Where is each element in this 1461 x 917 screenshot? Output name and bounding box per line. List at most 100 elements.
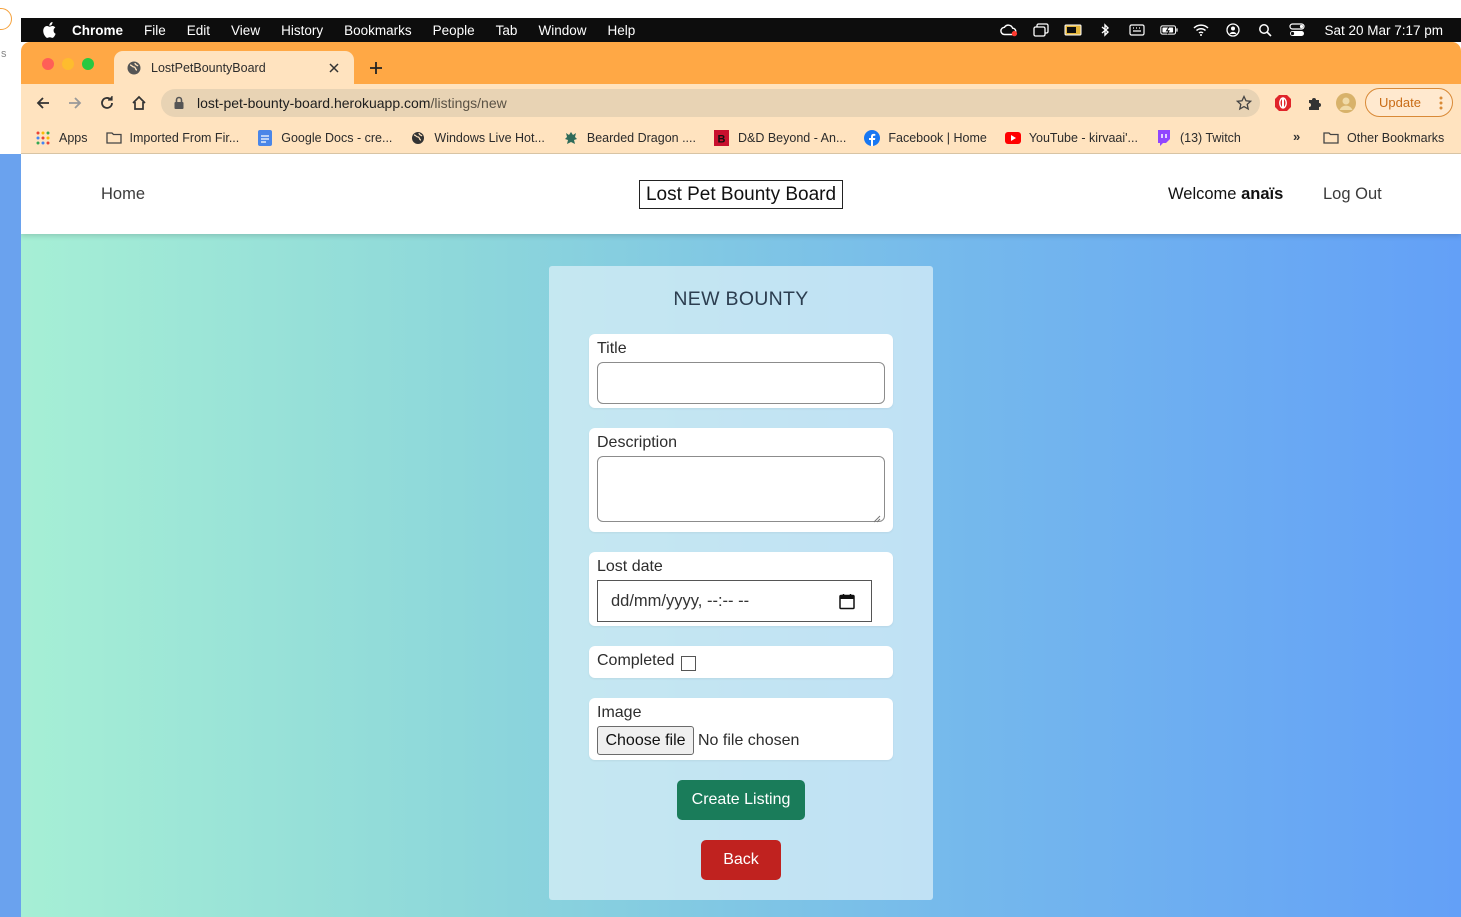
globe-icon: [410, 130, 426, 146]
bookmark-dnd-beyond[interactable]: B D&D Beyond - An...: [714, 129, 847, 146]
username: anaïs: [1241, 185, 1284, 203]
globe-icon: [126, 60, 142, 76]
home-icon[interactable]: [129, 93, 149, 113]
keyboard-icon[interactable]: [1128, 23, 1146, 37]
bookmark-label: (13) Twitch: [1179, 130, 1241, 145]
site-brand[interactable]: Lost Pet Bounty Board: [639, 180, 843, 209]
bookmark-youtube[interactable]: YouTube - kirvaai'...: [1004, 130, 1138, 146]
menu-file[interactable]: File: [144, 23, 166, 38]
window-minimize-button[interactable]: [62, 58, 74, 70]
image-field-group: Image Choose file No file chosen: [589, 698, 893, 760]
active-tab[interactable]: LostPetBountyBoard: [114, 51, 354, 84]
menu-people[interactable]: People: [433, 23, 475, 38]
bookmark-facebook[interactable]: Facebook | Home: [864, 129, 987, 146]
bookmark-label: Windows Live Hot...: [434, 130, 545, 145]
bookmark-google-docs[interactable]: Google Docs - cre...: [257, 129, 393, 146]
menu-view[interactable]: View: [231, 23, 260, 38]
bookmark-folder-imported[interactable]: Imported From Fir...: [105, 130, 239, 146]
address-bar[interactable]: lost-pet-bounty-board.herokuapp.com/list…: [161, 89, 1260, 117]
browser-toolbar: lost-pet-bounty-board.herokuapp.com/list…: [21, 84, 1461, 122]
dnd-beyond-icon: B: [714, 129, 730, 146]
back-button[interactable]: Back: [701, 840, 781, 880]
welcome-message: Welcome anaïs: [1168, 185, 1283, 204]
update-label: Update: [1379, 95, 1421, 110]
folder-icon: [105, 130, 122, 146]
opera-adblock-icon[interactable]: [1273, 93, 1293, 113]
url-host: lost-pet-bounty-board.herokuapp.com: [197, 95, 431, 111]
nav-home-link[interactable]: Home: [101, 185, 145, 204]
bookmarks-overflow-button[interactable]: »: [1293, 129, 1300, 144]
choose-file-button[interactable]: Choose file: [597, 726, 694, 755]
screens-icon[interactable]: [1032, 23, 1050, 37]
image-label: Image: [597, 704, 642, 721]
completed-field-group: Completed: [589, 646, 893, 678]
window-maximize-button[interactable]: [82, 58, 94, 70]
svg-text:B: B: [718, 133, 726, 145]
url-path: /listings/new: [430, 95, 507, 111]
create-listing-button[interactable]: Create Listing: [677, 780, 805, 820]
menu-bookmarks[interactable]: Bookmarks: [344, 23, 412, 38]
bookmark-twitch[interactable]: (13) Twitch: [1156, 129, 1241, 146]
bookmark-star-icon[interactable]: [1235, 94, 1253, 111]
bookmark-apps[interactable]: Apps: [35, 130, 88, 146]
folder-icon: [1323, 130, 1339, 146]
browser-tab-strip: LostPetBountyBoard: [21, 42, 1461, 84]
window-close-button[interactable]: [42, 58, 54, 70]
menu-edit[interactable]: Edit: [187, 23, 210, 38]
menu-history[interactable]: History: [281, 23, 323, 38]
user-account-icon[interactable]: [1224, 23, 1242, 37]
spotlight-search-icon[interactable]: [1256, 23, 1274, 37]
background-window-text: s: [1, 48, 7, 60]
tab-title: LostPetBountyBoard: [151, 60, 266, 75]
back-arrow-icon[interactable]: [33, 93, 53, 113]
logout-link[interactable]: Log Out: [1323, 185, 1382, 204]
reload-icon[interactable]: [97, 93, 117, 113]
wifi-icon[interactable]: [1192, 23, 1210, 37]
description-label: Description: [597, 434, 678, 451]
control-center-icon[interactable]: [1288, 23, 1306, 37]
extensions-puzzle-icon[interactable]: [1305, 93, 1325, 113]
forward-arrow-icon[interactable]: [65, 93, 85, 113]
title-field-group: Title: [589, 334, 893, 408]
profile-avatar-icon[interactable]: [1336, 93, 1356, 113]
more-menu-icon[interactable]: [1439, 95, 1443, 111]
welcome-prefix: Welcome: [1168, 185, 1242, 203]
battery-charging-icon[interactable]: [1160, 23, 1179, 37]
bookmark-label: Google Docs - cre...: [281, 130, 393, 145]
bearded-dragon-icon: [563, 130, 579, 146]
menu-app-name[interactable]: Chrome: [72, 23, 123, 38]
bookmark-folder-other[interactable]: Other Bookmarks: [1323, 122, 1444, 153]
bookmark-bearded-dragon[interactable]: Bearded Dragon ....: [563, 130, 696, 146]
menu-window[interactable]: Window: [538, 23, 586, 38]
youtube-icon: [1004, 130, 1021, 146]
google-docs-icon: [257, 129, 273, 146]
form-heading: NEW BOUNTY: [673, 288, 809, 310]
title-label: Title: [597, 340, 627, 357]
bookmark-label: Apps: [59, 130, 88, 145]
apple-icon[interactable]: [42, 22, 56, 38]
lost-date-label: Lost date: [597, 558, 663, 575]
bookmark-label: D&D Beyond - An...: [737, 130, 847, 145]
completed-checkbox[interactable]: [681, 656, 696, 671]
lost-date-input[interactable]: dd/mm/yyyy, --:-- --: [597, 580, 872, 622]
creative-cloud-icon[interactable]: [1000, 23, 1018, 37]
resize-grip-icon[interactable]: [873, 510, 881, 523]
completed-label: Completed: [597, 652, 675, 669]
tab-close-icon[interactable]: [326, 60, 342, 76]
menu-tab[interactable]: Tab: [496, 23, 518, 38]
battery-widget-icon[interactable]: [1064, 23, 1082, 37]
lock-icon[interactable]: [173, 96, 185, 110]
menubar-clock[interactable]: Sat 20 Mar 7:17 pm: [1324, 23, 1443, 38]
bluetooth-icon[interactable]: [1096, 23, 1114, 37]
description-textarea[interactable]: [597, 456, 885, 523]
description-field-group: Description: [589, 428, 893, 532]
new-tab-button[interactable]: [364, 56, 388, 80]
calendar-icon[interactable]: [839, 593, 855, 610]
page-viewport: Home Lost Pet Bounty Board Welcome anaïs…: [21, 155, 1461, 917]
site-navbar: Home Lost Pet Bounty Board Welcome anaïs…: [21, 155, 1461, 234]
menu-help[interactable]: Help: [607, 23, 635, 38]
title-input[interactable]: [597, 362, 885, 404]
chrome-update-button[interactable]: Update: [1365, 88, 1453, 117]
apps-grid-icon: [35, 130, 51, 146]
bookmark-windows-live[interactable]: Windows Live Hot...: [410, 130, 545, 146]
